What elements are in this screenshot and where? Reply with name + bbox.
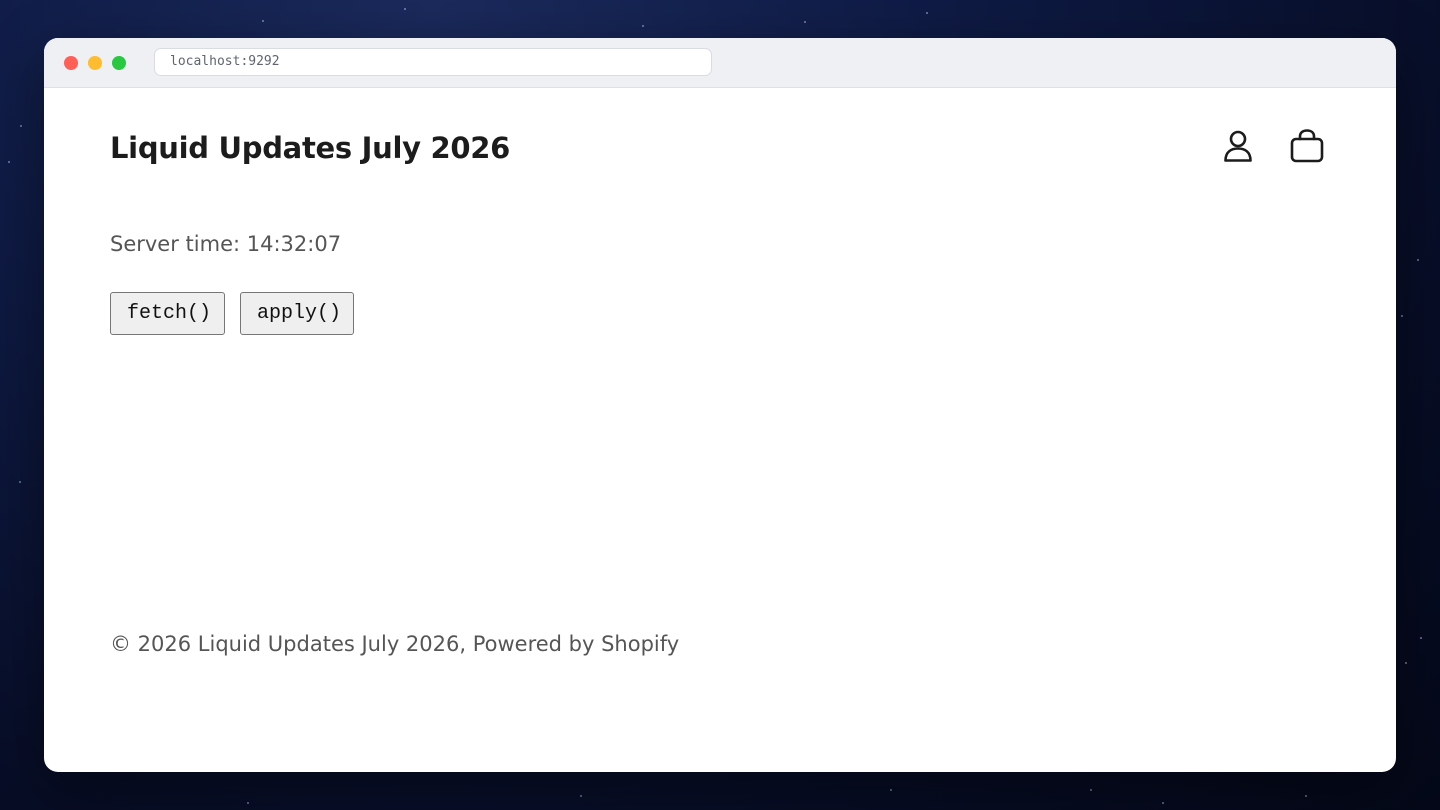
footer-copyright: © 2026 Liquid Updates July 2026, Powered… [110,632,680,656]
apply-button[interactable]: apply() [240,292,354,335]
close-window-button[interactable] [64,56,78,70]
browser-titlebar: localhost:9292 [44,38,1396,88]
cart-button[interactable] [1287,128,1327,168]
server-time-text: Server time: 14:32:07 [110,232,342,256]
maximize-window-button[interactable] [112,56,126,70]
account-button[interactable] [1218,128,1258,168]
address-bar[interactable]: localhost:9292 [154,48,712,76]
shopping-bag-icon [1289,128,1325,169]
minimize-window-button[interactable] [88,56,102,70]
store-title[interactable]: Liquid Updates July 2026 [110,126,510,170]
account-icon [1222,129,1254,168]
browser-window: localhost:9292 Liquid Updates July 2026 … [44,38,1396,772]
fetch-button[interactable]: fetch() [110,292,225,335]
